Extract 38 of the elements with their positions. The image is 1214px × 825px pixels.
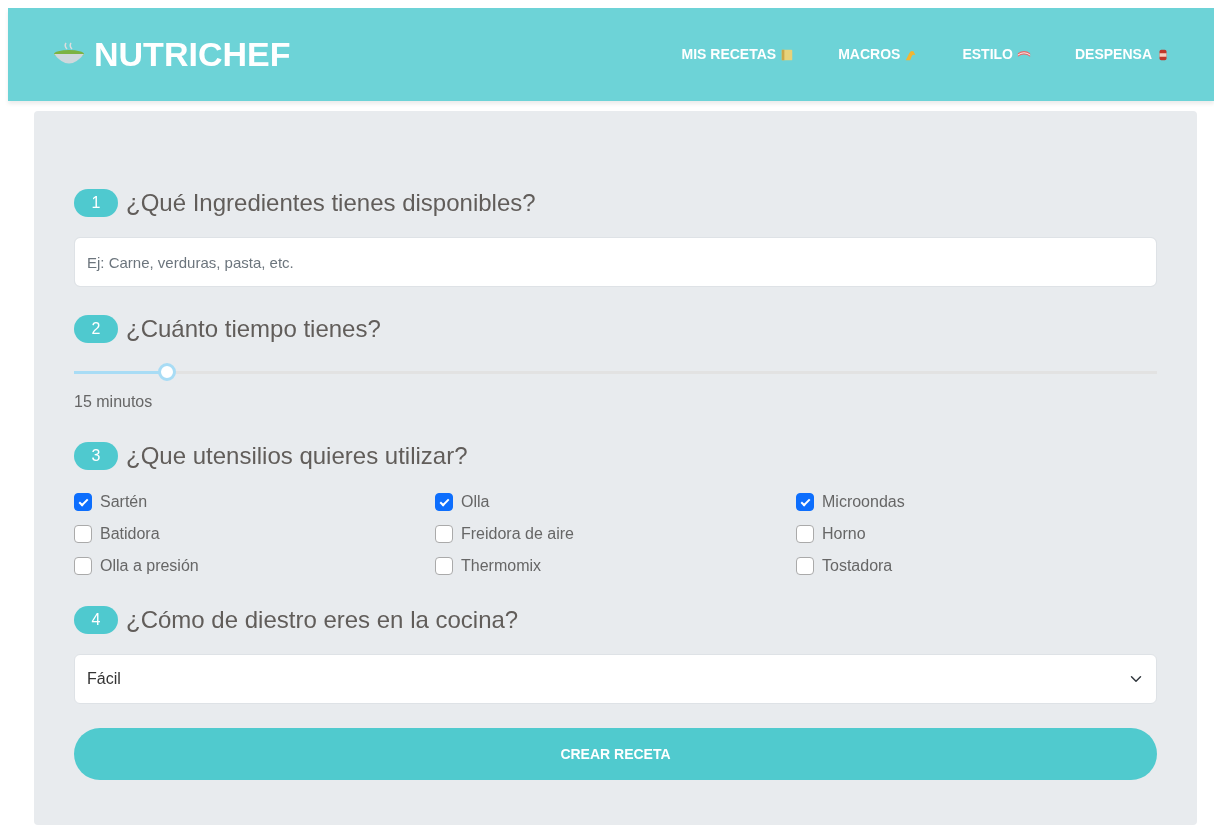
ingredients-field[interactable]: Ej: Carne, verduras, pasta, etc. [74,237,1157,287]
checkbox-label: Horno [822,524,866,544]
checkbox-label: Freidora de aire [461,524,574,544]
brand-name[interactable]: NUTRICHEF [94,29,291,80]
create-recipe-button[interactable]: CREAR RECETA [74,728,1157,780]
question-title: ¿Que utensilios quieres utilizar? [126,441,468,471]
step-number: 2 [74,315,118,343]
checkbox-label: Tostadora [822,556,893,576]
checkbox[interactable] [796,525,814,543]
nav-link[interactable]: MACROS [838,44,919,65]
slider-thumb[interactable] [158,363,177,381]
checkbox[interactable] [74,525,92,543]
can-icon [1156,47,1170,62]
checkbox[interactable] [435,525,453,543]
step-number: 3 [74,442,118,470]
question-title: ¿Qué Ingredientes tienes disponibles? [126,188,536,218]
skill-select[interactable]: Fácil [74,654,1157,704]
checkbox[interactable] [74,493,92,511]
nav-link[interactable]: ESTILO [962,44,1031,65]
book-icon [780,47,795,62]
checkbox[interactable] [435,493,453,511]
slider-reading: 15 minutos [74,392,154,412]
nav-link[interactable]: MIS RECETAS [681,44,795,65]
checkbox-label: Thermomix [461,556,541,576]
question-title: ¿Cómo de diestro eres en la cocina? [126,605,519,635]
nav-link[interactable]: DESPENSA [1074,44,1170,65]
checkbox-label: Sartén [100,492,148,512]
checkbox-label: Batidora [100,524,160,544]
step-number: 1 [74,189,118,217]
checkbox-label: Microondas [822,492,905,512]
checkbox[interactable] [74,557,92,575]
step-number: 4 [74,606,118,634]
checkbox-label: Olla a presión [100,556,199,576]
checkbox[interactable] [796,557,814,575]
checkbox[interactable] [435,557,453,575]
question-title: ¿Cuánto tiempo tienes? [126,314,381,344]
checkbox-label: Olla [461,492,490,512]
checkbox[interactable] [796,493,814,511]
